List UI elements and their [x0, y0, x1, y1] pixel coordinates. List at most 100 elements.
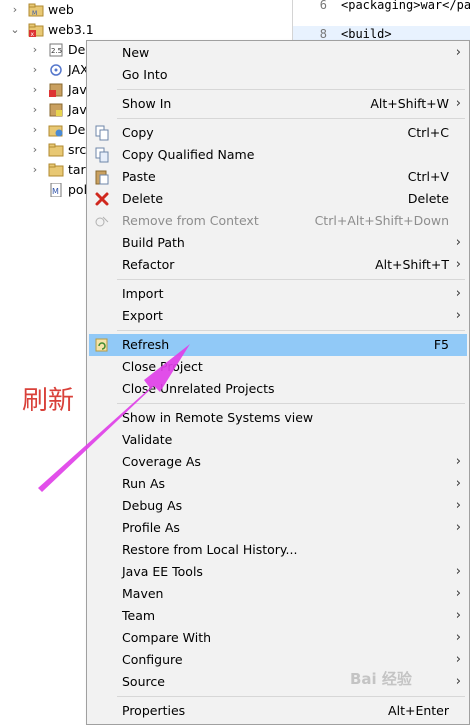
submenu-arrow-icon: ›	[455, 564, 461, 579]
menu-item-compare-with[interactable]: Compare With ›	[89, 627, 467, 649]
menu-item-shortcut: Delete	[407, 191, 449, 206]
chevron-right-icon[interactable]: ›	[30, 140, 40, 160]
menu-item-export[interactable]: Export ›	[89, 305, 467, 327]
submenu-arrow-icon: ›	[455, 45, 461, 60]
menu-item-refactor[interactable]: Refactor Alt+Shift+T ›	[89, 254, 467, 276]
submenu-arrow-icon: ›	[455, 308, 461, 323]
submenu-arrow-icon: ›	[455, 257, 461, 272]
project-folder-icon: M	[28, 3, 44, 17]
chevron-right-icon[interactable]: ›	[30, 120, 40, 140]
menu-item-import[interactable]: Import ›	[89, 283, 467, 305]
line-text: <build>	[341, 27, 392, 40]
submenu-arrow-icon: ›	[455, 630, 461, 645]
submenu-arrow-icon: ›	[455, 674, 461, 689]
copy-qualified-name-icon	[95, 147, 109, 163]
chevron-right-icon[interactable]: ›	[30, 60, 40, 80]
chevron-right-icon[interactable]: ›	[30, 160, 40, 180]
line-number: 8	[319, 27, 327, 40]
menu-item-label: Close Project	[122, 359, 203, 374]
menu-item-validate[interactable]: Validate	[89, 429, 467, 451]
menu-item-new[interactable]: New ›	[89, 42, 467, 64]
tree-item-web[interactable]: › M web	[0, 0, 290, 20]
menu-item-shortcut: Alt+Shift+T	[375, 257, 449, 272]
tree-item-label: Jav	[68, 102, 87, 117]
paste-icon	[95, 170, 109, 185]
refresh-icon	[95, 338, 108, 352]
maven-pom-icon: M	[50, 183, 62, 197]
menu-separator	[117, 403, 465, 404]
menu-item-label: Profile As	[122, 520, 180, 535]
tree-item-label: web	[48, 2, 74, 17]
menu-item-label: Run As	[122, 476, 166, 491]
menu-item-profile-as[interactable]: Profile As ›	[89, 517, 467, 539]
editor-line: 6 <packaging>war</pac	[293, 0, 470, 13]
menu-item-coverage-as[interactable]: Coverage As ›	[89, 451, 467, 473]
menu-item-copy-qualified-name[interactable]: Copy Qualified Name	[89, 144, 467, 166]
menu-item-delete[interactable]: Delete Delete	[89, 188, 467, 210]
menu-item-restore-from-local-history[interactable]: Restore from Local History...	[89, 539, 467, 561]
svg-text:M: M	[32, 10, 37, 17]
copy-icon	[95, 125, 109, 141]
menu-item-label: Remove from Context	[122, 213, 259, 228]
menu-item-label: Properties	[122, 703, 186, 718]
chevron-right-icon[interactable]: ›	[30, 100, 40, 120]
chevron-right-icon[interactable]: ›	[10, 0, 20, 20]
menu-item-label: Refactor	[122, 257, 175, 272]
chevron-right-icon[interactable]: ›	[30, 40, 40, 60]
menu-item-label: Copy Qualified Name	[122, 147, 255, 162]
menu-item-go-into[interactable]: Go Into	[89, 64, 467, 86]
svg-text:x: x	[31, 31, 35, 37]
menu-item-shortcut: Ctrl+V	[407, 169, 449, 184]
tree-item-label: Jav	[68, 82, 87, 97]
submenu-arrow-icon: ›	[455, 586, 461, 601]
svg-text:M: M	[52, 187, 59, 196]
menu-item-show-in-remote-systems-view[interactable]: Show in Remote Systems view	[89, 407, 467, 429]
folder-icon	[48, 143, 64, 157]
menu-item-label: Compare With	[122, 630, 212, 645]
tree-item-web3-1[interactable]: ⌄ x web3.1	[0, 20, 290, 40]
submenu-arrow-icon: ›	[455, 608, 461, 623]
menu-item-debug-as[interactable]: Debug As ›	[89, 495, 467, 517]
menu-item-java-ee-tools[interactable]: Java EE Tools ›	[89, 561, 467, 583]
submenu-arrow-icon: ›	[455, 454, 461, 469]
deployed-resources-icon	[48, 125, 63, 137]
menu-item-shortcut: Ctrl+C	[407, 125, 449, 140]
submenu-arrow-icon: ›	[455, 498, 461, 513]
menu-item-close-unrelated-projects[interactable]: Close Unrelated Projects	[89, 378, 467, 400]
menu-item-label: Configure	[122, 652, 183, 667]
jaxws-icon	[50, 64, 62, 76]
menu-item-refresh[interactable]: Refresh F5	[89, 334, 467, 356]
menu-item-shortcut: Alt+Shift+W	[370, 96, 449, 111]
menu-item-label: New	[122, 45, 150, 60]
menu-item-label: Copy	[122, 125, 154, 140]
menu-item-maven[interactable]: Maven ›	[89, 583, 467, 605]
menu-item-label: Coverage As	[122, 454, 201, 469]
menu-item-show-in[interactable]: Show In Alt+Shift+W ›	[89, 93, 467, 115]
menu-item-paste[interactable]: Paste Ctrl+V	[89, 166, 467, 188]
menu-item-label: Build Path	[122, 235, 185, 250]
menu-item-close-project[interactable]: Close Project	[89, 356, 467, 378]
remove-from-context-icon	[95, 216, 109, 227]
submenu-arrow-icon: ›	[455, 652, 461, 667]
chevron-down-icon[interactable]: ⌄	[10, 20, 20, 40]
menu-separator	[117, 118, 465, 119]
menu-item-properties[interactable]: Properties Alt+Enter	[89, 700, 467, 722]
watermark-logo: Bai 经验	[350, 670, 412, 688]
menu-separator	[117, 279, 465, 280]
menu-item-label: Source	[122, 674, 165, 689]
project-folder-error-icon: x	[28, 23, 44, 37]
context-menu: New › Go Into Show In Alt+Shift+W › Copy Ctr…	[86, 40, 470, 725]
tree-item-label: pol	[68, 182, 88, 197]
menu-item-build-path[interactable]: Build Path ›	[89, 232, 467, 254]
javascript-resources-icon	[49, 103, 63, 117]
pom-editor[interactable]: 6 <packaging>war</pac 8 <build>	[292, 0, 470, 40]
menu-item-copy[interactable]: Copy Ctrl+C	[89, 122, 467, 144]
menu-item-label: Show In	[122, 96, 172, 111]
menu-item-team[interactable]: Team ›	[89, 605, 467, 627]
menu-item-label: Export	[122, 308, 163, 323]
menu-separator	[117, 696, 465, 697]
menu-item-label: Refresh	[122, 337, 170, 352]
menu-item-run-as[interactable]: Run As ›	[89, 473, 467, 495]
menu-item-label: Go Into	[122, 67, 168, 82]
chevron-right-icon[interactable]: ›	[30, 80, 40, 100]
